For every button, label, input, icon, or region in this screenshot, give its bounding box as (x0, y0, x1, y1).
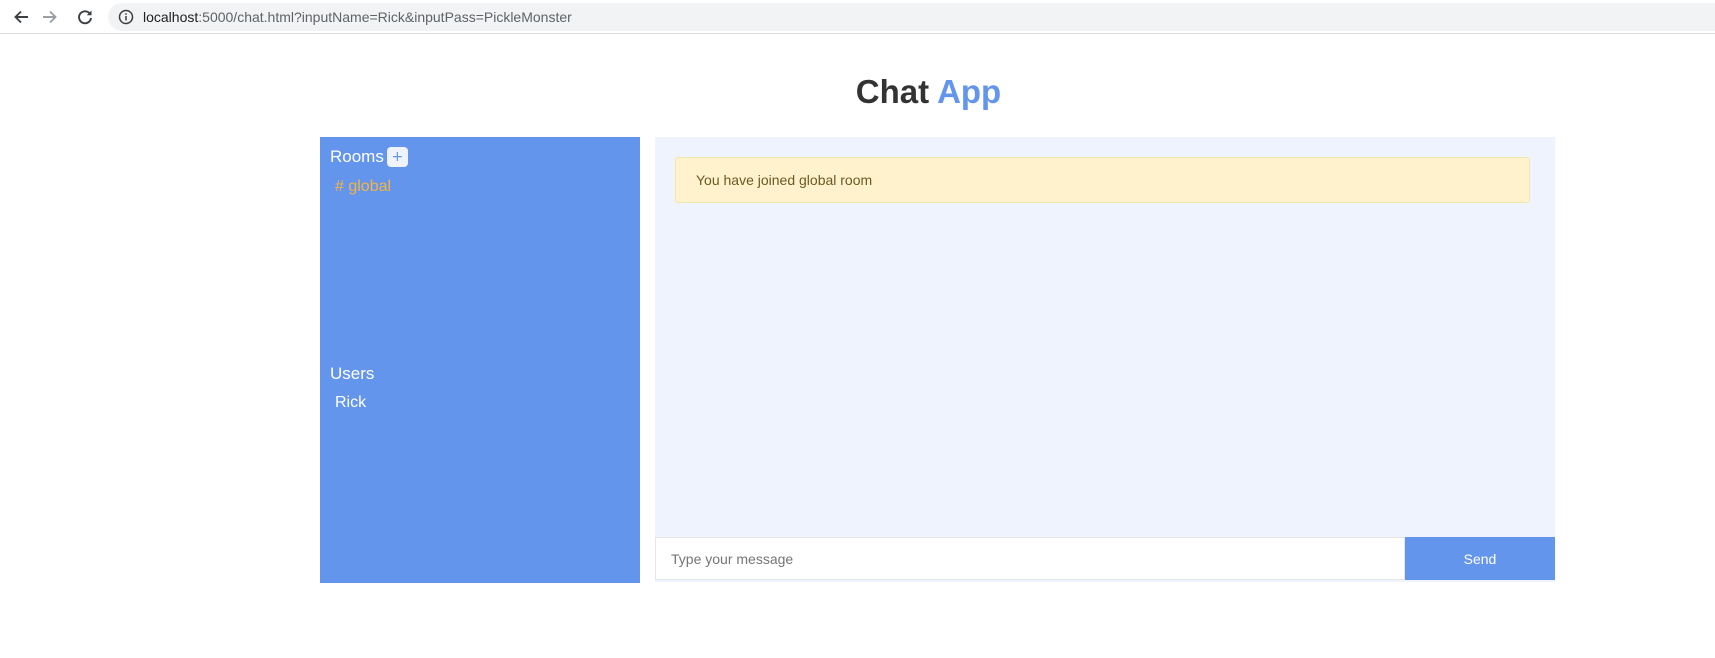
add-room-button[interactable]: + (386, 147, 408, 167)
reload-button[interactable] (73, 5, 97, 29)
url-path: :5000/chat.html?inputName=Rick&inputPass… (198, 9, 572, 25)
address-bar[interactable]: localhost:5000/chat.html?inputName=Rick&… (108, 3, 1715, 31)
sidebar: Rooms + # global Users Rick (320, 137, 640, 583)
room-item-global[interactable]: # global (335, 178, 391, 196)
message-input[interactable] (655, 537, 1405, 580)
info-icon[interactable] (118, 9, 134, 25)
reload-icon (78, 10, 92, 25)
message-composer: Send (655, 537, 1555, 580)
join-notice: You have joined global room (675, 157, 1530, 203)
chat-panel: You have joined global room Send (655, 137, 1555, 582)
url-host: localhost (143, 9, 199, 25)
arrow-right-icon (43, 10, 57, 24)
users-heading-label: Users (330, 364, 375, 383)
forward-button[interactable] (38, 5, 62, 29)
arrow-left-icon (14, 10, 28, 24)
rooms-heading-label: Rooms (330, 147, 384, 166)
title-app: App (937, 73, 1002, 110)
rooms-heading: Rooms + (330, 147, 408, 167)
browser-toolbar: localhost:5000/chat.html?inputName=Rick&… (0, 0, 1715, 34)
back-button[interactable] (9, 5, 33, 29)
send-button[interactable]: Send (1405, 537, 1555, 580)
title-chat: Chat (855, 73, 930, 110)
users-heading: Users (330, 364, 374, 384)
user-item: Rick (335, 394, 367, 411)
page-title: Chat App (0, 72, 1715, 112)
